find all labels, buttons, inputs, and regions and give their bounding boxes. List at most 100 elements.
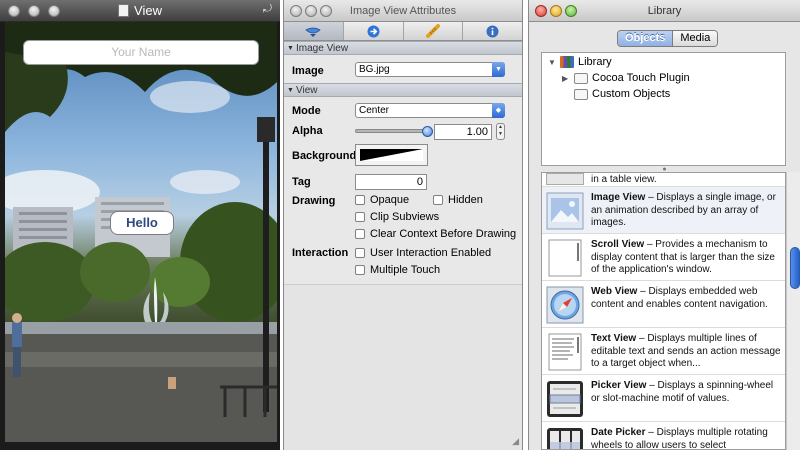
alpha-slider-knob[interactable] [421,126,433,137]
library-scrollbar[interactable] [786,172,800,450]
library-tree: ▼ Library ▶ Cocoa Touch Plugin Custom Ob… [541,52,786,166]
identity-tab[interactable] [463,22,522,40]
disclosure-triangle-icon[interactable]: ▼ [287,42,294,56]
document-icon [118,4,130,17]
item-name: Scroll View [591,239,645,250]
table-view-icon [546,173,584,185]
checkbox-box[interactable] [355,265,365,275]
hello-button[interactable]: Hello [110,211,174,235]
image-view-section-label: Image View [296,43,349,54]
web-view-text: Web View – Displays embedded web content… [591,286,781,311]
list-item-scroll-view[interactable]: Scroll View – Provides a mechanism to di… [542,234,785,281]
tag-label: Tag [292,176,311,188]
image-view-icon [546,192,584,230]
view-title-area: View [0,3,280,18]
clear-context-checkbox[interactable]: Clear Context Before Drawing [355,228,516,240]
size-tab-icon [425,24,440,38]
background-color-well[interactable] [355,144,428,166]
image-popup[interactable]: BG.jpg ▼ [355,62,505,77]
size-tab[interactable] [404,22,464,40]
inspector-title: Image View Attributes [349,5,457,17]
text-view-icon [548,333,582,371]
alpha-field[interactable]: 1.00 [434,124,492,140]
disclosure-triangle-icon[interactable]: ▼ [287,84,294,98]
popup-arrows-icon: ◆ [492,103,505,118]
tree-item-custom-objects[interactable]: Custom Objects [562,88,670,100]
mode-popup-value: Center [359,105,390,116]
checkbox-box[interactable] [355,248,365,258]
hidden-checkbox[interactable]: Hidden [433,194,483,206]
checkbox-box[interactable] [355,195,365,205]
hidden-label: Hidden [448,194,483,206]
library-segmented-control: Objects Media [617,30,719,47]
attributes-tab[interactable] [284,22,344,40]
drawing-label: Drawing [292,195,336,207]
clip-subviews-checkbox[interactable]: Clip Subviews [355,211,439,223]
list-item-text-view[interactable]: Text View – Displays multiple lines of e… [542,328,785,375]
item-name: Text View [591,333,637,344]
opaque-checkbox[interactable]: Opaque [355,194,409,206]
alpha-slider[interactable] [355,129,427,133]
color-swatch-icon [360,149,423,161]
image-view-text: Image View – Displays a single image, or… [591,192,781,230]
list-item-date-picker[interactable]: Date Picker – Displays multiple rotating… [542,422,785,449]
user-interaction-checkbox[interactable]: User Interaction Enabled [355,247,491,259]
scroll-view-icon [548,239,582,277]
partial-description: in a table view. [591,174,657,185]
checkbox-box[interactable] [355,229,365,239]
identity-tab-icon [486,25,499,37]
tree-item-library[interactable]: ▼ Library [548,56,612,68]
text-view-text: Text View – Displays multiple lines of e… [591,333,781,371]
image-view-canvas[interactable]: Your Name Hello [5,22,277,442]
rotate-icon[interactable]: ⤾ [263,3,272,16]
name-text-field[interactable]: Your Name [23,40,259,65]
tree-item-cocoa-touch-plugin[interactable]: ▶ Cocoa Touch Plugin [562,72,690,84]
view-section-header[interactable]: ▼ View [284,83,522,97]
checkbox-box[interactable] [433,195,443,205]
library-title: Library [647,5,682,17]
picker-view-text: Picker View – Displays a spinning-wheel … [591,380,781,405]
clear-context-label: Clear Context Before Drawing [370,228,517,240]
checkbox-box[interactable] [355,212,365,222]
tree-item-label: Library [578,56,612,68]
view-titlebar[interactable]: View ⤾ [0,0,280,22]
tree-item-label: Cocoa Touch Plugin [592,72,690,84]
view-section-label: View [296,85,318,96]
media-segment[interactable]: Media [672,31,718,46]
inspector-titlebar[interactable]: Image View Attributes [284,0,522,22]
item-name: Picker View [591,380,647,391]
item-name: Date Picker [591,427,646,438]
inspector-empty-area [284,284,522,450]
connections-tab-icon [367,25,380,37]
mode-label: Mode [292,105,321,117]
resize-grip-icon[interactable]: ◢ [512,436,519,447]
connections-tab[interactable] [344,22,404,40]
disclosure-triangle-icon[interactable]: ▼ [548,58,560,67]
image-view-section-header[interactable]: ▼ Image View [284,41,522,55]
attributes-tab-icon [305,27,322,37]
popup-arrow-icon: ▼ [492,62,505,77]
mode-popup[interactable]: Center ◆ [355,103,505,118]
image-popup-value: BG.jpg [359,64,390,75]
item-name: Web View [591,286,638,297]
image-label: Image [292,65,324,77]
list-item[interactable]: in a table view. [542,173,785,187]
objects-segment[interactable]: Objects [618,31,673,46]
background-label: Background [292,150,357,162]
tag-field[interactable]: 0 [355,174,427,190]
multiple-touch-label: Multiple Touch [370,264,441,276]
date-picker-text: Date Picker – Displays multiple rotating… [591,427,781,449]
library-titlebar[interactable]: Library [529,0,800,22]
disclosure-triangle-icon[interactable]: ▶ [562,74,574,83]
inspector-tabs [284,22,522,41]
list-item-web-view[interactable]: Web View – Displays embedded web content… [542,281,785,328]
list-item-image-view[interactable]: Image View – Displays a single image, or… [542,187,785,234]
picker-view-icon [547,381,583,417]
scrollbar-thumb[interactable] [790,247,800,289]
list-item-picker-view[interactable]: Picker View – Displays a spinning-wheel … [542,375,785,422]
tree-item-label: Custom Objects [592,88,671,100]
alpha-stepper[interactable]: ▲ ▼ [496,123,505,140]
folder-icon [574,72,588,84]
multiple-touch-checkbox[interactable]: Multiple Touch [355,264,440,276]
opaque-label: Opaque [370,194,410,206]
